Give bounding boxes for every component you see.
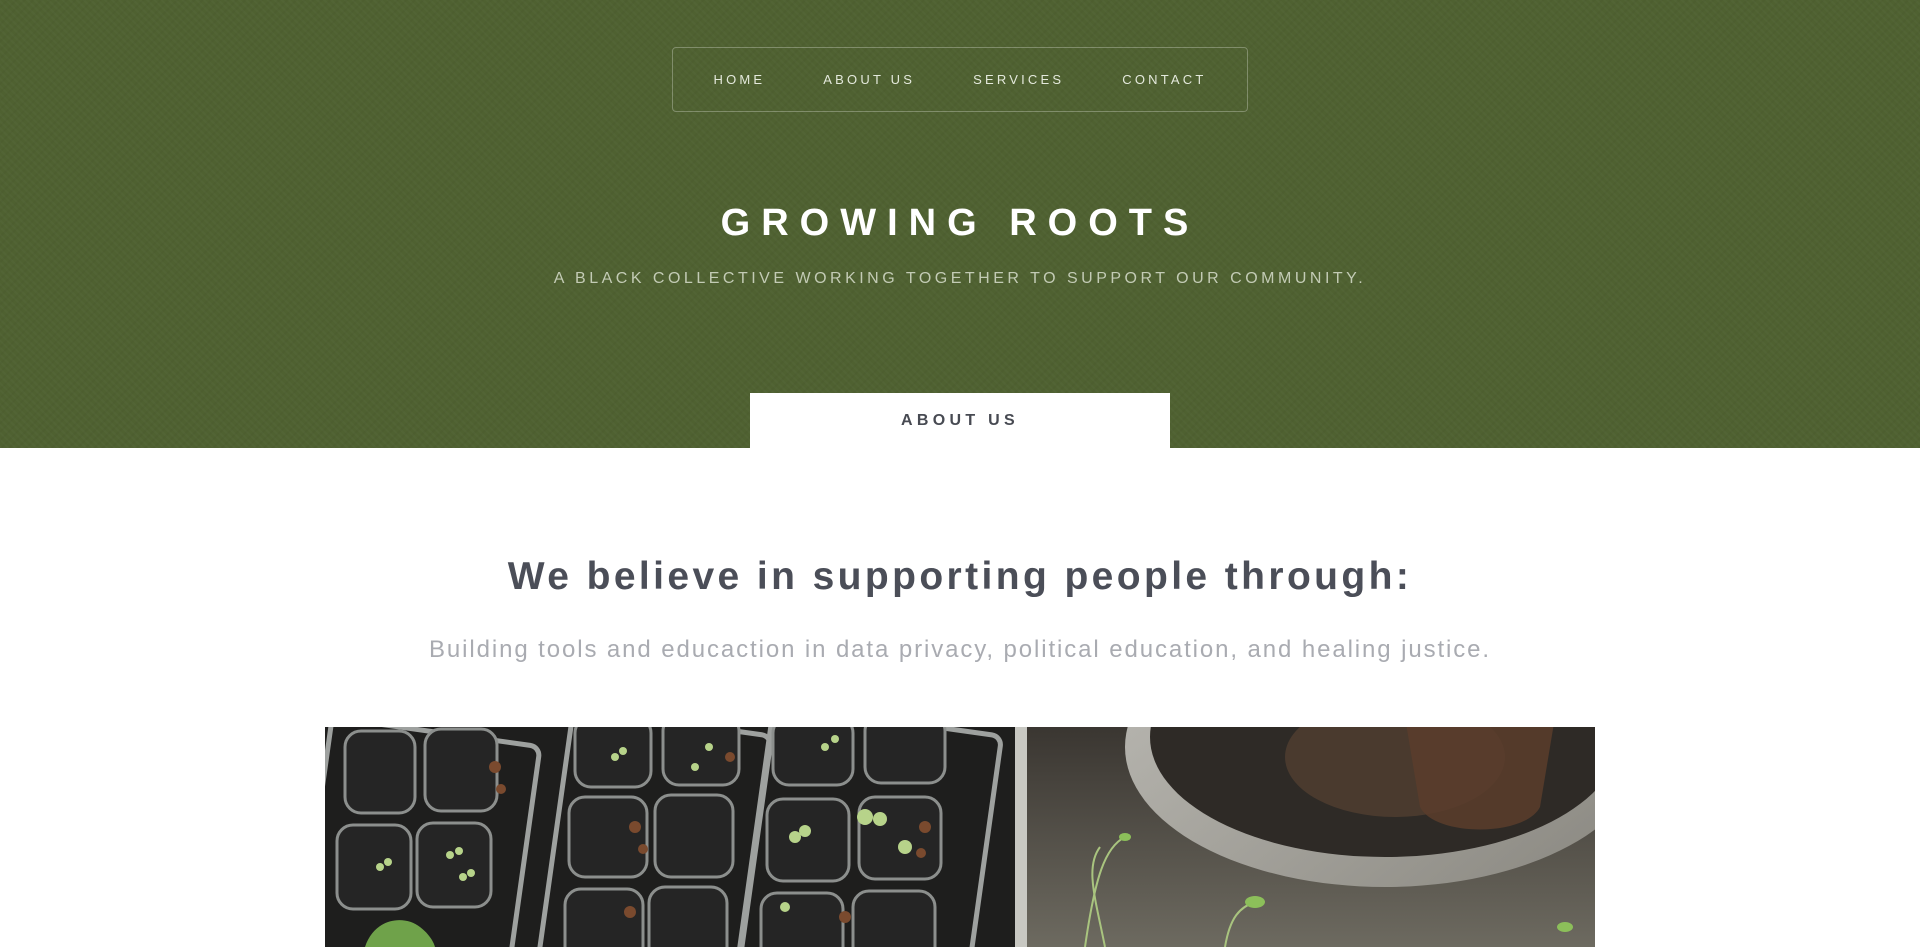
nav-link-home[interactable]: HOME [713, 72, 765, 87]
about-us-button[interactable]: ABOUT US [750, 393, 1170, 448]
section-heading: We believe in supporting people through: [507, 555, 1413, 598]
site-tagline: A BLACK COLLECTIVE WORKING TOGETHER TO S… [553, 270, 1367, 287]
main-navigation: HOME ABOUT US SERVICES CONTACT [672, 47, 1248, 112]
nav-link-about-us[interactable]: ABOUT US [823, 72, 915, 87]
nav-link-services[interactable]: SERVICES [973, 72, 1064, 87]
nav-link-contact[interactable]: CONTACT [1122, 72, 1206, 87]
seedlings-photo-illustration [325, 727, 1595, 947]
hero-banner: HOME ABOUT US SERVICES CONTACT GROWING R… [0, 0, 1920, 448]
section-description: Building tools and educaction in data pr… [429, 636, 1491, 663]
site-title: GROWING ROOTS [720, 202, 1200, 244]
seedlings-photo [325, 727, 1595, 947]
